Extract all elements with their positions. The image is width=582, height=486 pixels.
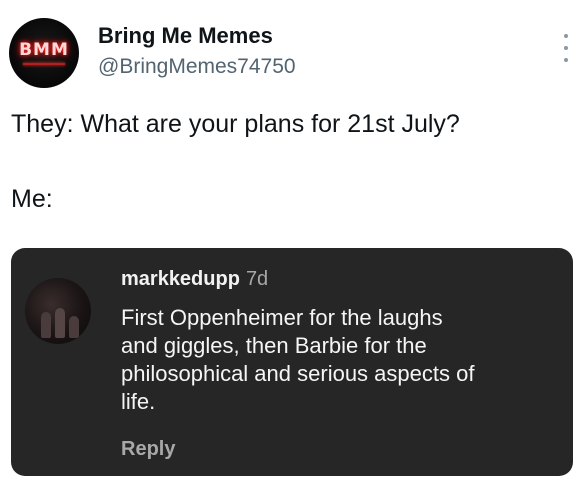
commenter-username: markkedupp (121, 268, 240, 290)
avatar-figure (41, 312, 51, 338)
comment-text-line: First Oppenheimer for the laughs (121, 305, 443, 330)
more-dot (564, 34, 568, 38)
avatar-logo-underline (23, 63, 65, 65)
more-vertical-icon[interactable] (560, 34, 572, 62)
avatar-figure (55, 308, 65, 338)
avatar-figure (69, 316, 79, 338)
commenter-username-row: markkedupp 7d (121, 266, 268, 292)
comment-screenshot-card: markkedupp 7d First Oppenheimer for the l… (11, 248, 573, 476)
user-handle[interactable]: @BringMemes74750 (98, 54, 296, 80)
avatar-logo-text: BMM (19, 40, 69, 60)
tweet-text-line: They: What are your plans for 21st July? (11, 110, 460, 138)
account-avatar[interactable]: BMM (9, 18, 79, 88)
commenter-avatar (25, 278, 91, 344)
comment-text-line: and giggles, then Barbie for the (121, 333, 427, 358)
reply-button[interactable]: Reply (121, 436, 175, 462)
more-dot (564, 58, 568, 62)
comment-text-line: life. (121, 389, 156, 414)
display-name[interactable]: Bring Me Memes (98, 22, 273, 50)
comment-text-line: philosophical and serious aspects of (121, 361, 475, 386)
comment-text: First Oppenheimer for the laughs and gig… (121, 304, 561, 416)
comment-time: 7d (245, 268, 269, 290)
more-dot (564, 46, 568, 50)
tweet-text-line: Me: (11, 185, 53, 213)
